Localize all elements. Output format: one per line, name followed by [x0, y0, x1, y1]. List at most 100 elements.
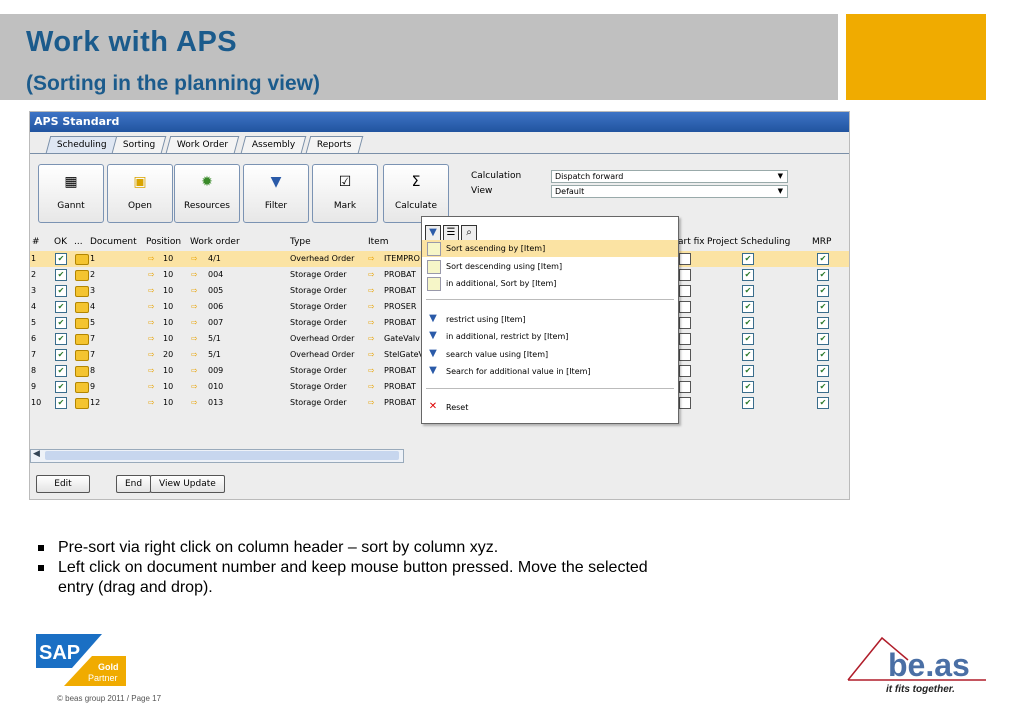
scroll-left-icon[interactable]: ◀	[33, 449, 40, 459]
mrp-checkbox[interactable]: ✔	[817, 317, 829, 329]
tab-assembly[interactable]: Assembly	[240, 136, 307, 153]
link-arrow-icon[interactable]: ⇨	[148, 315, 155, 331]
document-number[interactable]: 1	[90, 251, 95, 267]
start-fix-checkbox[interactable]	[679, 333, 691, 345]
mrp-checkbox[interactable]: ✔	[817, 333, 829, 345]
menu-item-sort-ascending[interactable]: Sort ascending by [Item]	[422, 240, 678, 257]
tab-work-order[interactable]: Work Order	[165, 136, 240, 153]
funnel-icon[interactable]: ▼	[425, 225, 441, 241]
link-arrow-icon[interactable]: ⇨	[368, 267, 375, 283]
link-arrow-icon[interactable]: ⇨	[368, 347, 375, 363]
start-fix-checkbox[interactable]	[679, 397, 691, 409]
mark-button[interactable]: ☑ Mark	[312, 164, 378, 223]
mrp-checkbox[interactable]: ✔	[817, 365, 829, 377]
project-scheduling-checkbox[interactable]: ✔	[742, 333, 754, 345]
link-arrow-icon[interactable]: ⇨	[368, 331, 375, 347]
col-header-project-scheduling[interactable]: Project Scheduling	[707, 233, 790, 251]
document-number[interactable]: 4	[90, 299, 95, 315]
tab-reports[interactable]: Reports	[305, 136, 363, 153]
col-header-item[interactable]: Item	[368, 233, 389, 251]
document-number[interactable]: 5	[90, 315, 95, 331]
edit-button[interactable]: Edit	[36, 475, 90, 493]
link-arrow-icon[interactable]: ⇨	[191, 315, 198, 331]
start-fix-checkbox[interactable]	[679, 285, 691, 297]
ok-checkbox[interactable]: ✔	[55, 397, 67, 409]
link-arrow-icon[interactable]: ⇨	[191, 251, 198, 267]
start-fix-checkbox[interactable]	[679, 317, 691, 329]
start-fix-checkbox[interactable]	[679, 381, 691, 393]
ok-checkbox[interactable]: ✔	[55, 285, 67, 297]
start-fix-checkbox[interactable]	[679, 349, 691, 361]
document-number[interactable]: 12	[90, 395, 100, 411]
ok-checkbox[interactable]: ✔	[55, 253, 67, 265]
link-arrow-icon[interactable]: ⇨	[191, 267, 198, 283]
document-number[interactable]: 7	[90, 347, 95, 363]
mrp-checkbox[interactable]: ✔	[817, 253, 829, 265]
ok-checkbox[interactable]: ✔	[55, 365, 67, 377]
col-header-work-order[interactable]: Work order	[190, 233, 240, 251]
link-arrow-icon[interactable]: ⇨	[148, 347, 155, 363]
link-arrow-icon[interactable]: ⇨	[148, 283, 155, 299]
col-header-mrp[interactable]: MRP	[812, 233, 831, 251]
start-fix-checkbox[interactable]	[679, 269, 691, 281]
menu-item-additional-restrict[interactable]: ▼ in additional, restrict by [Item]	[422, 328, 678, 345]
document-number[interactable]: 7	[90, 331, 95, 347]
col-header-document[interactable]: Document	[90, 233, 137, 251]
col-header-dots[interactable]: ...	[74, 233, 83, 251]
link-arrow-icon[interactable]: ⇨	[191, 299, 198, 315]
link-arrow-icon[interactable]: ⇨	[148, 331, 155, 347]
link-arrow-icon[interactable]: ⇨	[368, 379, 375, 395]
mrp-checkbox[interactable]: ✔	[817, 349, 829, 361]
preview-icon[interactable]: ⌕	[461, 225, 477, 241]
mrp-checkbox[interactable]: ✔	[817, 285, 829, 297]
document-number[interactable]: 9	[90, 379, 95, 395]
project-scheduling-checkbox[interactable]: ✔	[742, 397, 754, 409]
menu-item-search-value[interactable]: ▼ search value using [Item]	[422, 346, 678, 363]
project-scheduling-checkbox[interactable]: ✔	[742, 269, 754, 281]
menu-item-reset[interactable]: ✕ Reset	[422, 399, 678, 416]
link-arrow-icon[interactable]: ⇨	[191, 331, 198, 347]
link-arrow-icon[interactable]: ⇨	[191, 363, 198, 379]
project-scheduling-checkbox[interactable]: ✔	[742, 285, 754, 297]
view-update-button[interactable]: View Update	[150, 475, 225, 493]
link-arrow-icon[interactable]: ⇨	[368, 251, 375, 267]
start-fix-checkbox[interactable]	[679, 301, 691, 313]
list-icon[interactable]: ☰	[443, 225, 459, 241]
ok-checkbox[interactable]: ✔	[55, 349, 67, 361]
link-arrow-icon[interactable]: ⇨	[368, 363, 375, 379]
project-scheduling-checkbox[interactable]: ✔	[742, 349, 754, 361]
view-select[interactable]: Default ▼	[551, 185, 788, 198]
project-scheduling-checkbox[interactable]: ✔	[742, 365, 754, 377]
link-arrow-icon[interactable]: ⇨	[191, 283, 198, 299]
ok-checkbox[interactable]: ✔	[55, 301, 67, 313]
gantt-button[interactable]: ▦ Gannt	[38, 164, 104, 223]
document-number[interactable]: 8	[90, 363, 95, 379]
mrp-checkbox[interactable]: ✔	[817, 397, 829, 409]
link-arrow-icon[interactable]: ⇨	[148, 363, 155, 379]
document-number[interactable]: 3	[90, 283, 95, 299]
ok-checkbox[interactable]: ✔	[55, 317, 67, 329]
col-header-start-fix[interactable]: art fix	[678, 233, 705, 251]
link-arrow-icon[interactable]: ⇨	[148, 251, 155, 267]
project-scheduling-checkbox[interactable]: ✔	[742, 253, 754, 265]
menu-item-search-additional[interactable]: ▼ Search for additional value in [Item]	[422, 363, 678, 380]
link-arrow-icon[interactable]: ⇨	[148, 299, 155, 315]
link-arrow-icon[interactable]: ⇨	[191, 379, 198, 395]
project-scheduling-checkbox[interactable]: ✔	[742, 301, 754, 313]
ok-checkbox[interactable]: ✔	[55, 381, 67, 393]
link-arrow-icon[interactable]: ⇨	[191, 395, 198, 411]
col-header-ok[interactable]: OK	[54, 233, 67, 251]
menu-item-additional-sort[interactable]: in additional, Sort by [Item]	[422, 275, 678, 292]
project-scheduling-checkbox[interactable]: ✔	[742, 381, 754, 393]
col-header-position[interactable]: Position	[146, 233, 181, 251]
link-arrow-icon[interactable]: ⇨	[148, 267, 155, 283]
mrp-checkbox[interactable]: ✔	[817, 381, 829, 393]
menu-item-sort-descending[interactable]: Sort descending using [Item]	[422, 258, 678, 275]
link-arrow-icon[interactable]: ⇨	[148, 395, 155, 411]
menu-item-restrict[interactable]: ▼ restrict using [Item]	[422, 311, 678, 328]
horizontal-scrollbar[interactable]: ◀	[30, 449, 404, 463]
open-button[interactable]: ▣ Open	[107, 164, 173, 223]
col-header-num[interactable]: #	[32, 233, 40, 251]
filter-button[interactable]: ▼ Filter	[243, 164, 309, 223]
calculation-select[interactable]: Dispatch forward ▼	[551, 170, 788, 183]
